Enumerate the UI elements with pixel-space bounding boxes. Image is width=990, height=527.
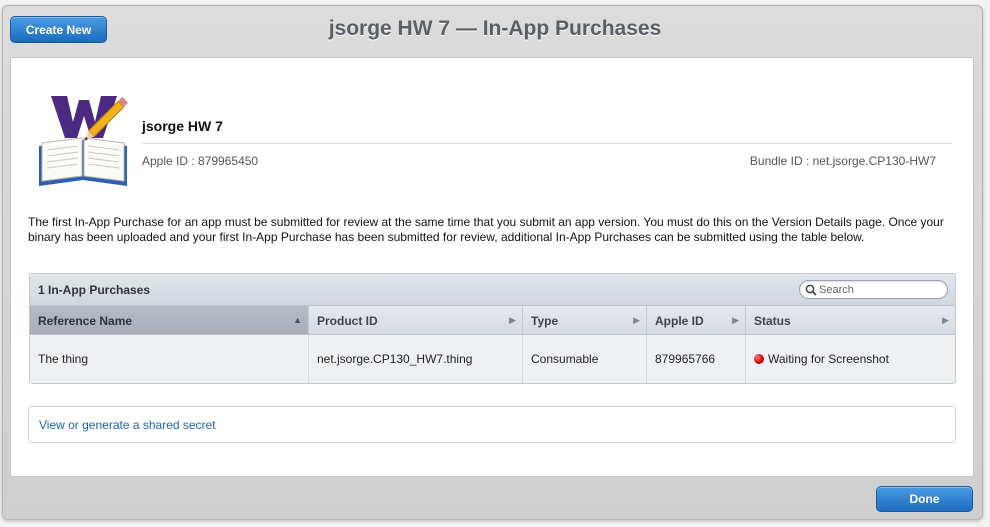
cell-type: Consumable (523, 335, 647, 383)
app-book-icon (33, 88, 133, 188)
column-header-reference-name[interactable]: Reference Name ▲ (30, 306, 309, 334)
column-headers: Reference Name ▲ Product ID ▶ Type ▶ App… (30, 306, 955, 335)
sort-arrow-icon: ▶ (633, 315, 640, 325)
main-panel: jsorge HW 7 Apple ID : 879965450 Bundle … (10, 57, 974, 477)
app-apple-id: Apple ID : 879965450 (142, 154, 259, 168)
column-header-label: Reference Name (38, 314, 133, 328)
iap-table-header: 1 In-App Purchases (30, 274, 955, 306)
cell-product-id: net.jsorge.CP130_HW7.thing (309, 335, 523, 383)
sort-arrow-icon: ▶ (732, 315, 739, 325)
status-red-dot-icon (754, 354, 764, 364)
status-text: Waiting for Screenshot (768, 352, 889, 366)
column-header-label: Apple ID (655, 314, 704, 328)
cell-apple-id: 879965766 (647, 335, 746, 383)
sort-arrow-icon: ▶ (942, 315, 949, 325)
sort-arrow-icon: ▶ (509, 315, 516, 325)
cell-status: Waiting for Screenshot (746, 335, 955, 383)
search-icon (805, 284, 817, 296)
column-header-apple-id[interactable]: Apple ID ▶ (647, 306, 746, 334)
column-header-product-id[interactable]: Product ID ▶ (309, 306, 523, 334)
column-header-type[interactable]: Type ▶ (523, 306, 647, 334)
iap-table: 1 In-App Purchases Reference Name ▲ Prod… (29, 273, 956, 384)
column-header-label: Status (754, 314, 791, 328)
page-title: jsorge HW 7 — In-App Purchases (328, 17, 662, 40)
divider (142, 143, 952, 144)
column-header-label: Product ID (317, 314, 378, 328)
app-name: jsorge HW 7 (142, 118, 223, 134)
sort-ascending-icon: ▲ (293, 315, 302, 325)
shared-secret-box: View or generate a shared secret (28, 406, 956, 443)
column-header-status[interactable]: Status ▶ (746, 306, 955, 334)
iap-count: 1 In-App Purchases (38, 283, 151, 297)
bundle-id: Bundle ID : net.jsorge.CP130-HW7 (749, 154, 936, 168)
info-text: The first In-App Purchase for an app mus… (28, 215, 944, 244)
done-button[interactable]: Done (876, 486, 973, 512)
shared-secret-link[interactable]: View or generate a shared secret (39, 418, 216, 432)
search-box[interactable] (799, 280, 948, 299)
table-row[interactable]: The thing net.jsorge.CP130_HW7.thing Con… (30, 335, 955, 383)
cell-reference-name: The thing (30, 335, 309, 383)
column-header-label: Type (531, 314, 559, 328)
search-input[interactable] (817, 283, 939, 296)
